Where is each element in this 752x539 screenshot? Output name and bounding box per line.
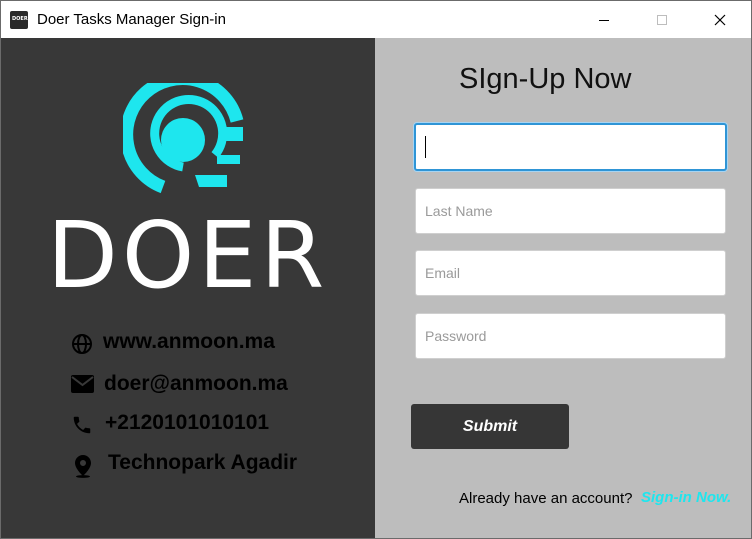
form-heading: SIgn-Up Now <box>459 63 632 95</box>
envelope-icon <box>71 375 94 393</box>
signup-form-panel: SIgn-Up Now Submit Already have an accou… <box>375 38 751 538</box>
brand-panel: DOER www.anmoon.ma doer@anmoon.ma +21201… <box>1 38 375 538</box>
minimize-icon <box>599 20 609 21</box>
signin-prompt: Already have an account? <box>459 490 633 507</box>
email-text: doer@anmoon.ma <box>104 372 288 395</box>
submit-button[interactable]: Submit <box>411 404 569 449</box>
email-field[interactable] <box>415 250 726 296</box>
website-text: www.anmoon.ma <box>103 330 275 353</box>
title-bar[interactable]: DOER Doer Tasks Manager Sign-in <box>1 1 751 38</box>
text-caret <box>425 136 426 158</box>
app-icon: DOER <box>10 11 28 29</box>
phone-icon <box>73 416 91 434</box>
phone-text: +2120101010101 <box>105 411 270 434</box>
maximize-button[interactable] <box>639 1 685 38</box>
last-name-field[interactable] <box>415 188 726 234</box>
window-title: Doer Tasks Manager Sign-in <box>37 11 226 28</box>
close-button[interactable] <box>697 1 743 38</box>
location-text: Technopark Agadir <box>108 451 298 474</box>
sign-up-window: DOER Doer Tasks Manager Sign-in DOER www… <box>0 0 752 539</box>
first-name-field[interactable] <box>414 123 727 171</box>
minimize-button[interactable] <box>581 1 627 38</box>
map-pin-icon <box>75 455 91 478</box>
maximize-icon <box>657 15 667 25</box>
app-icon-text: DOER <box>12 16 28 22</box>
signin-link[interactable]: Sign-in Now. <box>641 489 731 506</box>
doer-logo-text: DOER <box>47 202 329 309</box>
password-field[interactable] <box>415 313 726 359</box>
close-icon <box>714 14 726 26</box>
doer-logo-emblem-icon <box>123 83 244 194</box>
globe-icon <box>72 334 92 354</box>
